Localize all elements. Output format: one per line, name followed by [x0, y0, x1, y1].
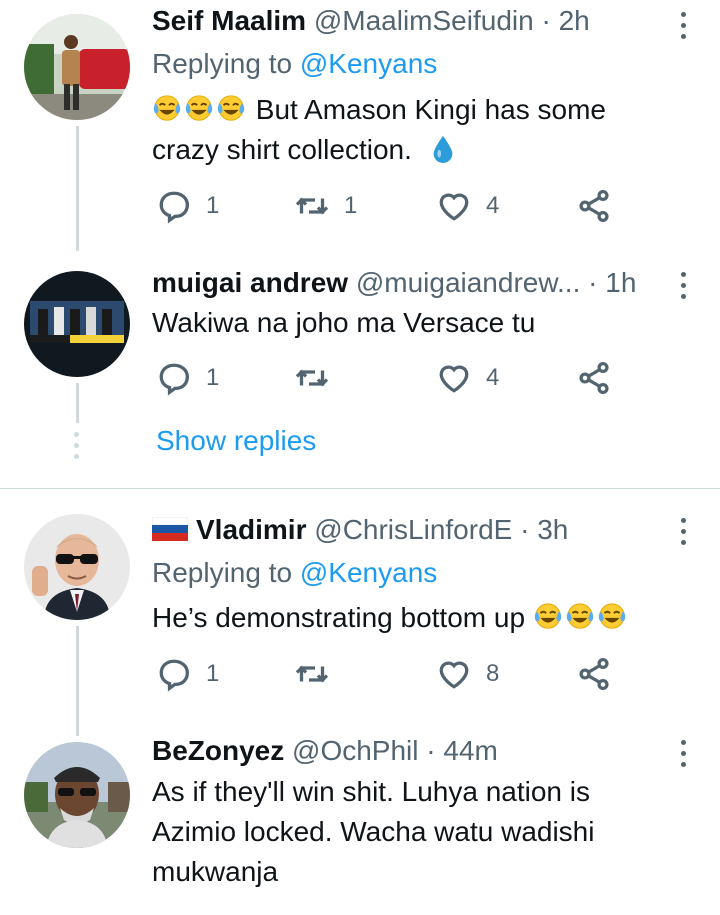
display-name[interactable]: muigai andrew — [152, 267, 348, 298]
face-with-tears-of-joy-icon — [597, 601, 627, 631]
user-handle[interactable]: @MaalimSeifudin — [314, 5, 534, 36]
separator-dot: · — [541, 5, 551, 36]
tweet-text-line: crazy shirt collection. — [152, 134, 412, 165]
tweet-header: Seif Maalim @MaalimSeifudin · 2h — [152, 4, 660, 38]
reply-count: 1 — [206, 192, 220, 219]
tweet-text-line: He’s demonstrating bottom up — [152, 602, 526, 633]
timestamp[interactable]: 1h — [605, 267, 636, 298]
tweet-text: He’s demonstrating bottom up — [152, 598, 670, 638]
face-with-tears-of-joy-icon — [565, 601, 595, 631]
timestamp[interactable]: 3h — [537, 514, 568, 545]
like-count: 8 — [486, 660, 500, 687]
like-icon — [436, 360, 472, 396]
thread-line — [76, 383, 79, 423]
like-button[interactable]: 8 — [436, 656, 499, 692]
face-with-tears-of-joy-icon — [152, 93, 182, 123]
tweet-text: As if they'll win shit. Luhya nation is … — [152, 772, 670, 892]
replying-to: Replying to @Kenyans — [152, 47, 437, 81]
retweet-button[interactable]: 1 — [294, 188, 357, 224]
reply-button[interactable]: 1 — [156, 188, 219, 224]
replying-prefix: Replying to — [152, 48, 293, 79]
user-handle[interactable]: @OchPhil — [292, 735, 418, 766]
share-button[interactable] — [576, 656, 612, 692]
face-with-tears-of-joy-icon — [216, 93, 246, 123]
reply-button[interactable]: 1 — [156, 360, 219, 396]
tweet-header: muigai andrew @muigaiandrew... · 1h — [152, 266, 660, 300]
reply-count: 1 — [206, 660, 220, 687]
like-button[interactable]: 4 — [436, 360, 499, 396]
tweet-text-line: Azimio locked. Wacha watu wadishi — [152, 816, 595, 847]
like-icon — [436, 188, 472, 224]
retweet-icon — [294, 360, 330, 396]
separator-dot: · — [588, 267, 598, 298]
display-name[interactable]: Seif Maalim — [152, 5, 306, 36]
more-options-icon[interactable] — [678, 740, 688, 773]
more-options-icon[interactable] — [678, 12, 688, 45]
thread-ellipsis — [74, 432, 80, 465]
tweet-text-line: mukwanja — [152, 856, 279, 887]
timestamp[interactable]: 44m — [443, 735, 497, 766]
avatar[interactable] — [24, 271, 130, 377]
tweet-text-line: As if they'll win shit. Luhya nation is — [152, 776, 591, 807]
replying-to: Replying to @Kenyans — [152, 556, 437, 590]
like-button[interactable]: 4 — [436, 188, 499, 224]
replying-prefix: Replying to — [152, 557, 293, 588]
more-options-icon[interactable] — [678, 272, 688, 305]
timestamp[interactable]: 2h — [559, 5, 590, 36]
separator-dot: · — [520, 514, 530, 545]
tweet-actions: 1 4 — [152, 360, 622, 400]
retweet-icon — [294, 188, 330, 224]
face-with-tears-of-joy-icon — [184, 93, 214, 123]
face-with-tears-of-joy-icon — [533, 601, 563, 631]
tweet-actions: 1 8 — [152, 656, 622, 696]
like-count: 4 — [486, 364, 500, 391]
mention-link[interactable]: @Kenyans — [300, 557, 437, 588]
share-icon — [576, 360, 612, 396]
reply-icon — [156, 360, 192, 396]
reply-button[interactable]: 1 — [156, 656, 219, 692]
share-icon — [576, 188, 612, 224]
tweet-header: Vladimir @ChrisLinfordE · 3h — [152, 513, 660, 547]
user-handle[interactable]: @muigaiandrew... — [356, 267, 581, 298]
divider — [0, 488, 720, 489]
reply-icon — [156, 188, 192, 224]
more-options-icon[interactable] — [678, 518, 688, 551]
reply-count: 1 — [206, 364, 220, 391]
display-name[interactable]: Vladimir — [196, 514, 306, 545]
thread-line — [76, 626, 79, 736]
share-button[interactable] — [576, 360, 612, 396]
display-name[interactable]: BeZonyez — [152, 735, 284, 766]
share-icon — [576, 656, 612, 692]
avatar[interactable] — [24, 742, 130, 848]
avatar[interactable] — [24, 514, 130, 620]
tweet-text-line: But Amason Kingi has some — [255, 94, 606, 125]
tweet-text: Wakiwa na joho ma Versace tu — [152, 303, 670, 343]
like-icon — [436, 656, 472, 692]
thread-line — [76, 126, 79, 251]
share-button[interactable] — [576, 188, 612, 224]
tweet-header: BeZonyez @OchPhil · 44m — [152, 734, 660, 768]
retweet-icon — [294, 656, 330, 692]
separator-dot: · — [426, 735, 436, 766]
retweet-count: 1 — [344, 192, 358, 219]
like-count: 4 — [486, 192, 500, 219]
droplet-icon — [428, 133, 458, 163]
retweet-button[interactable] — [294, 360, 330, 396]
user-handle[interactable]: @ChrisLinfordE — [314, 514, 512, 545]
show-replies-link[interactable]: Show replies — [156, 425, 316, 457]
russia-flag-icon — [152, 517, 188, 541]
tweet-text: But Amason Kingi has some crazy shirt co… — [152, 90, 670, 170]
avatar[interactable] — [24, 14, 130, 120]
retweet-button[interactable] — [294, 656, 330, 692]
tweet-actions: 1 1 4 — [152, 188, 622, 228]
mention-link[interactable]: @Kenyans — [300, 48, 437, 79]
tweet-text-line: Wakiwa na joho ma Versace tu — [152, 307, 536, 338]
reply-icon — [156, 656, 192, 692]
